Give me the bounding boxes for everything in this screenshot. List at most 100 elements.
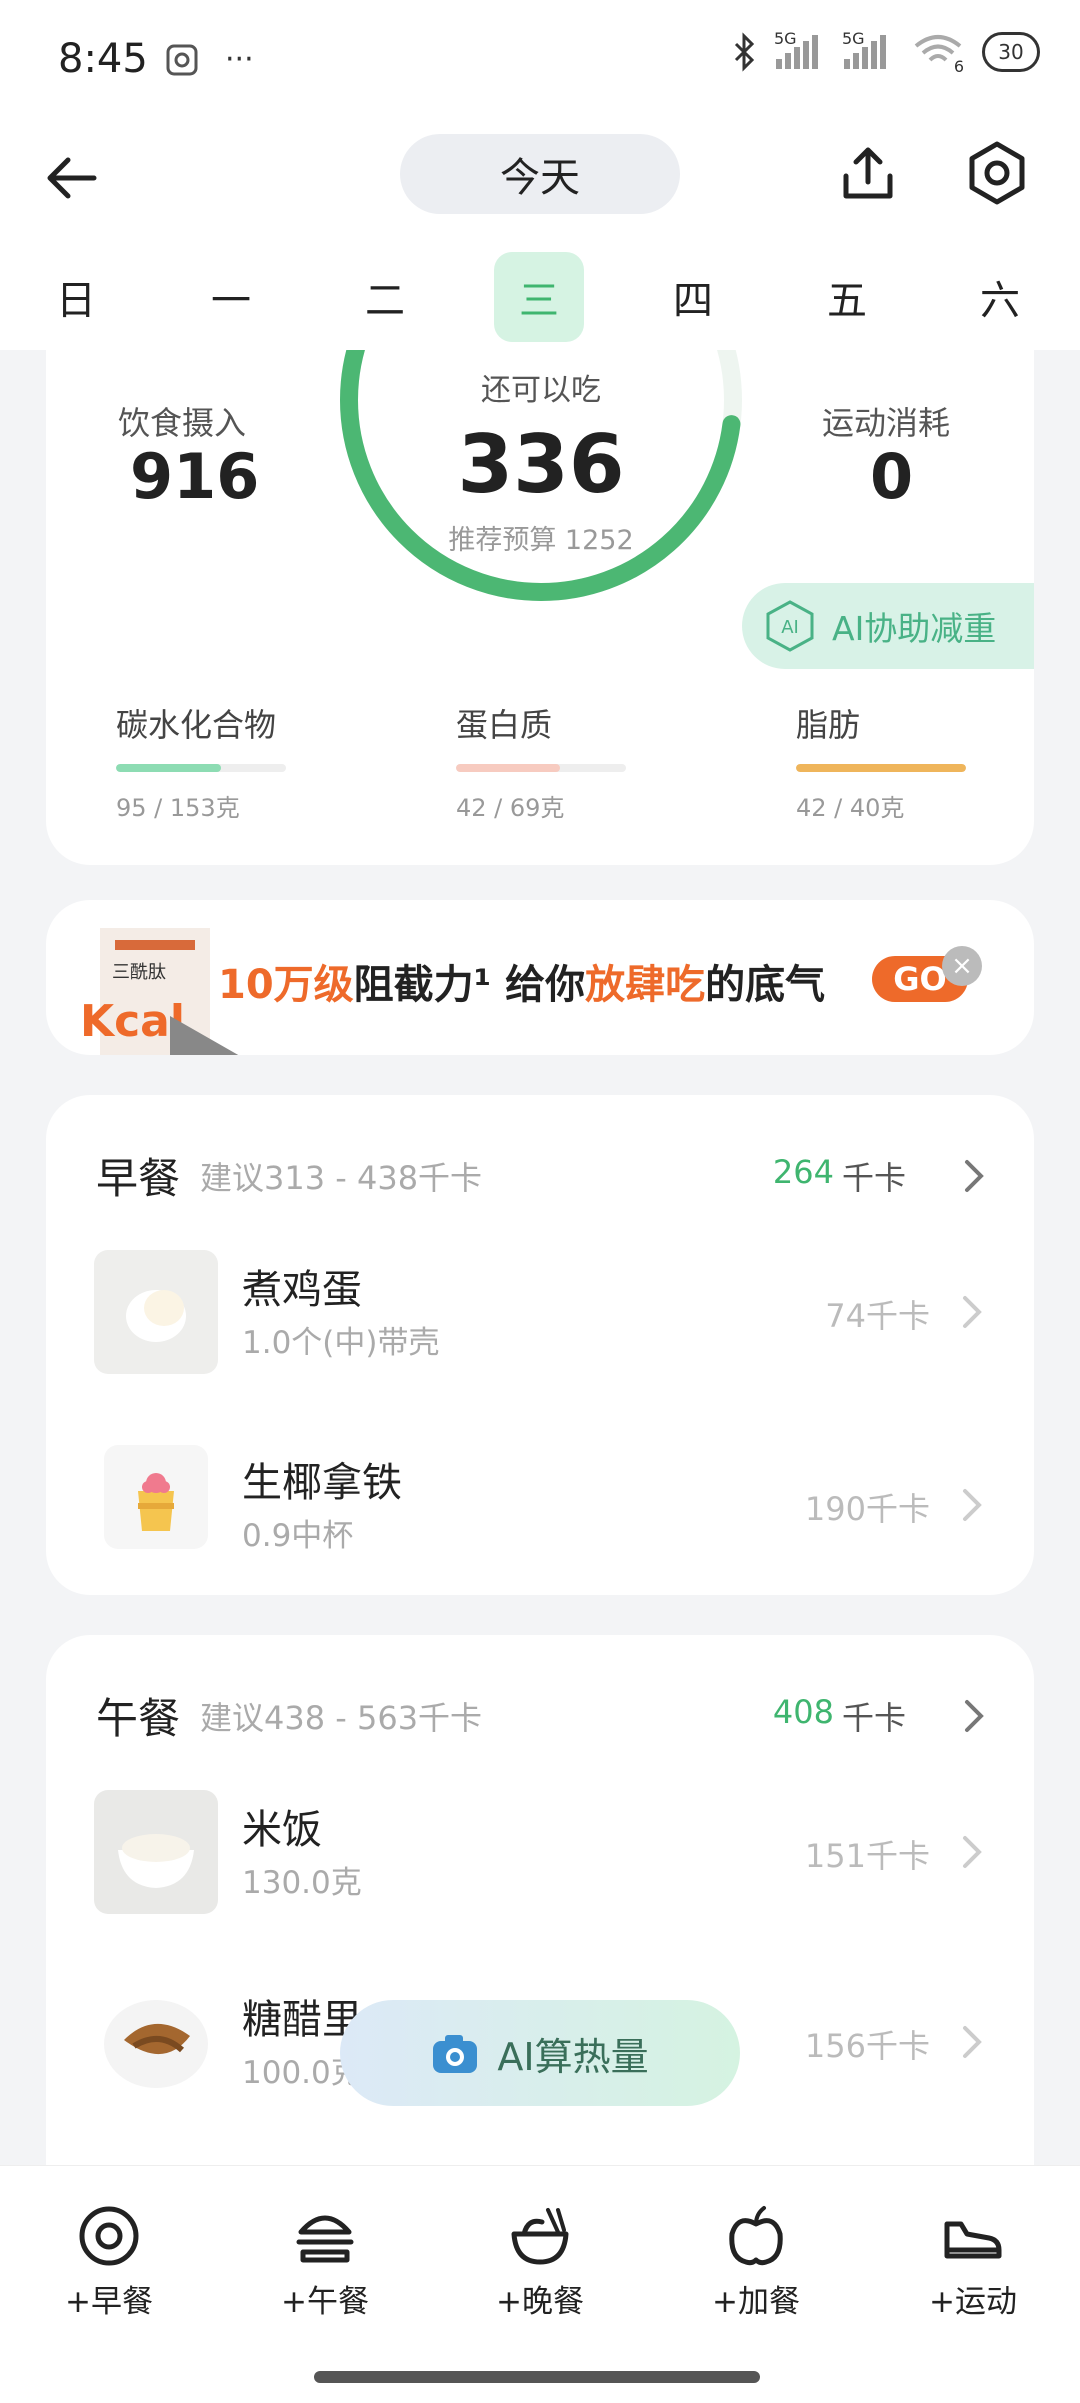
breakfast-kcal: 264 (772, 1153, 834, 1191)
macro-protein-value: 42 / 69克 (456, 794, 565, 822)
day-saturday[interactable]: 六 (955, 252, 1045, 342)
home-indicator[interactable] (314, 2371, 760, 2383)
food-image-rice (94, 1790, 218, 1914)
breakfast-card: 早餐 建议313 - 438千卡 264 千卡 煮鸡蛋 1.0个(中)带壳 74… (46, 1095, 1034, 1595)
status-bar: 8:45 ··· 5G 5G 6 30 (0, 0, 1080, 120)
chevron-right-icon[interactable] (962, 1488, 982, 1522)
add-snack-label: +加餐 (712, 2284, 800, 2320)
exercise-label: 运动消耗 (822, 404, 951, 442)
lunch-suggestion: 建议438 - 563千卡 (200, 1699, 483, 1737)
add-exercise-button[interactable]: +运动 (893, 2204, 1053, 2321)
breakfast-chevron-icon[interactable] (964, 1159, 984, 1193)
food-qty-egg: 1.0个(中)带壳 (242, 1325, 440, 1361)
apple-icon (729, 2206, 783, 2266)
add-breakfast-button[interactable]: +早餐 (29, 2204, 189, 2321)
add-exercise-label: +运动 (929, 2284, 1017, 2320)
macro-carbs-value: 95 / 153克 (116, 794, 240, 822)
settings-icon[interactable] (964, 140, 1030, 206)
food-name-egg[interactable]: 煮鸡蛋 (242, 1257, 362, 1315)
calorie-summary-card: 饮食摄入 916 还可以吃 336 推荐预算 1252 运动消耗 0 AI AI… (46, 350, 1034, 865)
lunch-kcal-unit: 千卡 (841, 1699, 906, 1737)
svg-text:AI: AI (781, 617, 799, 638)
macro-protein-bar (456, 764, 560, 772)
lunch-chevron-icon[interactable] (964, 1699, 984, 1733)
add-breakfast-label: +早餐 (65, 2284, 153, 2320)
cell-signal-2-icon: 5G (842, 29, 894, 69)
burger-icon (296, 2215, 354, 2263)
bluetooth-icon (734, 32, 755, 72)
add-snack-button[interactable]: +加餐 (676, 2204, 836, 2321)
svg-text:Kcal: Kcal (80, 996, 185, 1047)
back-arrow-icon[interactable] (42, 148, 102, 208)
bowl-icon (511, 2208, 569, 2265)
food-kcal-pork: 156千卡 (804, 2027, 930, 2065)
svg-text:三酰肽: 三酰肽 (112, 962, 166, 983)
week-selector: 日 一 二 三 四 五 六 (0, 252, 1080, 342)
macro-fat-bar (796, 764, 966, 772)
breakfast-suggestion: 建议313 - 438千卡 (200, 1159, 483, 1197)
chevron-right-icon[interactable] (962, 1295, 982, 1329)
day-friday[interactable]: 五 (802, 252, 892, 342)
day-thursday[interactable]: 四 (648, 252, 738, 342)
macro-protein: 蛋白质 42 / 69克 (456, 700, 656, 823)
day-monday[interactable]: 一 (186, 252, 276, 342)
lunch-card: 午餐 建议438 - 563千卡 408 千卡 米饭 130.0克 151千卡 … (46, 1635, 1034, 2235)
ai-chip-icon: AI (766, 600, 814, 652)
macro-fat-value: 42 / 40克 (796, 794, 905, 822)
macro-protein-name: 蛋白质 (456, 706, 553, 744)
add-lunch-button[interactable]: +午餐 (245, 2204, 405, 2321)
remaining-value: 336 (457, 418, 625, 511)
food-name-latte[interactable]: 生椰拿铁 (242, 1450, 402, 1508)
intake-label: 饮食摄入 (118, 404, 247, 442)
add-lunch-label: +午餐 (281, 2284, 369, 2320)
macro-carbs: 碳水化合物 95 / 153克 (116, 700, 316, 823)
food-kcal-egg: 74千卡 (825, 1297, 930, 1335)
date-selector[interactable]: 今天 (400, 134, 680, 214)
bottom-action-bar: +早餐 +午餐 +晚餐 +加餐 +运动 (0, 2165, 1080, 2403)
food-name-rice[interactable]: 米饭 (242, 1797, 322, 1855)
food-image-pork (94, 1980, 218, 2104)
food-qty-rice: 130.0克 (242, 1865, 362, 1901)
breakfast-title: 早餐 (96, 1154, 181, 1203)
macro-fat: 脂肪 42 / 40克 (796, 700, 996, 823)
ai-calorie-button[interactable]: AI算热量 (340, 2000, 740, 2106)
intake-value: 916 (130, 440, 260, 513)
breakfast-kcal-unit: 千卡 (841, 1159, 906, 1197)
header: 今天 日 一 二 三 四 五 六 (0, 120, 1080, 350)
more-notifications-icon: ··· (225, 42, 254, 77)
chevron-right-icon[interactable] (962, 2025, 982, 2059)
budget-text: 推荐预算 1252 (448, 525, 634, 556)
macro-fat-name: 脂肪 (796, 706, 861, 744)
exercise-value: 0 (870, 440, 914, 513)
ai-weight-loss-button[interactable]: AI AI协助减重 (742, 583, 1034, 669)
gallery-notification-icon (166, 44, 198, 75)
ad-headline: 10万级阻截力¹ 给你放肆吃的底气 (218, 962, 826, 1008)
food-kcal-rice: 151千卡 (804, 1837, 930, 1875)
lunch-title: 午餐 (96, 1694, 181, 1743)
egg-icon (79, 2206, 139, 2266)
ai-calorie-label: AI算热量 (497, 2034, 649, 2079)
chevron-right-icon[interactable] (962, 1835, 982, 1869)
add-dinner-label: +晚餐 (496, 2284, 584, 2320)
day-wednesday[interactable]: 三 (494, 252, 584, 342)
ad-banner[interactable]: 三酰肽 Kcal 10万级阻截力¹ 给你放肆吃的底气 GO × (46, 900, 1034, 1055)
day-sunday[interactable]: 日 (31, 252, 121, 342)
battery-icon: 30 (982, 32, 1040, 72)
wifi-icon: 6 (912, 32, 964, 76)
status-time: 8:45 (58, 36, 148, 82)
macro-carbs-bar (116, 764, 222, 772)
food-kcal-latte: 190千卡 (804, 1490, 930, 1528)
camera-icon (433, 2035, 478, 2073)
food-image-egg (94, 1250, 218, 1374)
lunch-kcal: 408 (772, 1693, 834, 1731)
ai-weight-loss-label: AI协助减重 (832, 609, 997, 648)
add-dinner-button[interactable]: +晚餐 (460, 2204, 620, 2321)
day-tuesday[interactable]: 二 (340, 252, 430, 342)
macro-carbs-name: 碳水化合物 (116, 706, 277, 744)
sneaker-icon (944, 2221, 1002, 2259)
ad-close-button[interactable]: × (942, 946, 982, 986)
remaining-label: 还可以吃 (481, 373, 601, 408)
cell-signal-1-icon: 5G (774, 29, 826, 69)
food-image-latte (104, 1445, 208, 1549)
share-icon[interactable] (836, 142, 900, 206)
